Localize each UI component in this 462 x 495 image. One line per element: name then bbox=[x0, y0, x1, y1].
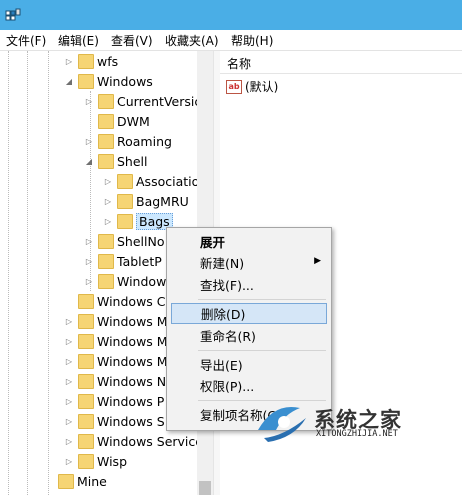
tree-item[interactable]: ▷ Windows Service bbox=[64, 431, 200, 451]
tree-item[interactable]: Mine bbox=[44, 471, 107, 491]
tree-item[interactable]: ▷ Windows M bbox=[64, 311, 168, 331]
tree-item[interactable]: ▷ Windows M bbox=[64, 331, 168, 351]
folder-icon bbox=[98, 133, 114, 149]
tree-item[interactable]: ▷ ShellNo bbox=[84, 231, 165, 251]
folder-icon bbox=[98, 93, 114, 109]
tree-item[interactable]: ▷ CurrentVersic bbox=[84, 91, 200, 111]
expand-arrow-icon[interactable]: ▷ bbox=[84, 237, 94, 246]
tree-item[interactable]: ▷ Windows N bbox=[64, 371, 166, 391]
tree-item[interactable]: ▷ Windows S bbox=[64, 411, 165, 431]
folder-icon bbox=[98, 153, 114, 169]
column-header-name[interactable]: 名称 bbox=[220, 51, 462, 74]
folder-icon bbox=[117, 173, 133, 189]
tree-item[interactable]: ▷ Roaming bbox=[84, 131, 172, 151]
menu-edit[interactable]: 编辑(E) bbox=[58, 32, 99, 49]
menu-separator bbox=[198, 350, 326, 351]
folder-icon bbox=[98, 113, 114, 129]
watermark-logo-icon bbox=[258, 406, 306, 442]
tree-item[interactable]: ▷ wfs bbox=[64, 51, 118, 71]
collapse-arrow-icon[interactable]: ◢ bbox=[84, 157, 94, 166]
tree-item[interactable]: ▷ Window bbox=[84, 271, 166, 291]
context-rename[interactable]: 重命名(R) bbox=[171, 325, 327, 346]
menu-help[interactable]: 帮助(H) bbox=[231, 32, 273, 49]
folder-icon bbox=[78, 413, 94, 429]
expand-arrow-icon[interactable]: ▷ bbox=[64, 337, 74, 346]
folder-icon bbox=[78, 353, 94, 369]
scrollbar-thumb[interactable] bbox=[199, 481, 211, 495]
tree-item[interactable]: ▷ BagMRU bbox=[103, 191, 189, 211]
menu-bar: 文件(F) 编辑(E) 查看(V) 收藏夹(A) 帮助(H) bbox=[0, 30, 462, 51]
folder-icon bbox=[78, 333, 94, 349]
folder-icon bbox=[98, 233, 114, 249]
folder-icon bbox=[98, 273, 114, 289]
context-new[interactable]: 新建(N) ▶ bbox=[171, 252, 327, 273]
folder-icon bbox=[58, 473, 74, 489]
expand-arrow-icon[interactable]: ▷ bbox=[64, 457, 74, 466]
tree-guide-line bbox=[8, 51, 9, 495]
menu-favorites[interactable]: 收藏夹(A) bbox=[165, 32, 219, 49]
menu-file[interactable]: 文件(F) bbox=[6, 32, 46, 49]
folder-icon bbox=[117, 213, 133, 229]
tree-item[interactable]: ◢ Shell bbox=[84, 151, 148, 171]
context-find[interactable]: 查找(F)... bbox=[171, 274, 327, 295]
watermark: 系统之家 XITONGZHIJIA.NET bbox=[254, 400, 454, 445]
submenu-arrow-icon: ▶ bbox=[314, 256, 321, 266]
expand-arrow-icon[interactable]: ▷ bbox=[64, 377, 74, 386]
tree-item[interactable]: ▷ Windows M bbox=[64, 351, 168, 371]
expand-arrow-icon[interactable]: ▷ bbox=[103, 197, 113, 206]
folder-icon bbox=[98, 253, 114, 269]
collapse-arrow-icon[interactable]: ◢ bbox=[64, 77, 74, 86]
expand-arrow-icon[interactable]: ▷ bbox=[103, 217, 113, 226]
expand-arrow-icon[interactable]: ▷ bbox=[64, 57, 74, 66]
title-bar bbox=[0, 0, 462, 30]
folder-icon bbox=[117, 193, 133, 209]
tree-item[interactable]: ▷ Windows P bbox=[64, 391, 164, 411]
tree-item[interactable]: ▷ Associatio bbox=[103, 171, 199, 191]
context-delete[interactable]: 删除(D) bbox=[171, 303, 327, 324]
context-export[interactable]: 导出(E) bbox=[171, 354, 327, 375]
tree-guide-line bbox=[48, 51, 49, 495]
expand-arrow-icon[interactable]: ▷ bbox=[84, 277, 94, 286]
context-permissions[interactable]: 权限(P)... bbox=[171, 375, 327, 396]
expand-arrow-icon[interactable]: ▷ bbox=[64, 317, 74, 326]
string-value-icon: ab bbox=[226, 79, 242, 94]
expand-arrow-icon[interactable]: ▷ bbox=[64, 437, 74, 446]
expand-arrow-icon[interactable]: ▷ bbox=[84, 97, 94, 106]
folder-icon bbox=[78, 433, 94, 449]
tree-item-selected[interactable]: ▷ Bags bbox=[103, 211, 173, 231]
folder-icon bbox=[78, 373, 94, 389]
tree-item[interactable]: ◢ Windows bbox=[64, 71, 153, 91]
expand-arrow-icon[interactable]: ▷ bbox=[84, 137, 94, 146]
folder-icon bbox=[78, 293, 94, 309]
expand-arrow-icon[interactable]: ▷ bbox=[103, 177, 113, 186]
menu-view[interactable]: 查看(V) bbox=[111, 32, 153, 49]
regedit-icon bbox=[5, 8, 21, 21]
value-row-default[interactable]: ab (默认) bbox=[226, 78, 278, 95]
tree-guide-line bbox=[27, 51, 28, 495]
tree-item[interactable]: ▷ TabletP bbox=[84, 251, 162, 271]
context-expand[interactable]: 展开 bbox=[171, 231, 327, 252]
folder-icon bbox=[78, 53, 94, 69]
tree-item[interactable]: Windows C bbox=[64, 291, 166, 311]
expand-arrow-icon[interactable]: ▷ bbox=[64, 397, 74, 406]
expand-arrow-icon[interactable]: ▷ bbox=[84, 257, 94, 266]
tree-item[interactable]: DWM bbox=[84, 111, 150, 131]
expand-arrow-icon[interactable]: ▷ bbox=[64, 357, 74, 366]
folder-icon bbox=[78, 73, 94, 89]
folder-icon bbox=[78, 393, 94, 409]
folder-icon bbox=[78, 453, 94, 469]
expand-arrow-icon[interactable]: ▷ bbox=[64, 417, 74, 426]
folder-icon bbox=[78, 313, 94, 329]
menu-separator bbox=[198, 299, 326, 300]
tree-item[interactable]: ▷ Wisp bbox=[64, 451, 127, 471]
